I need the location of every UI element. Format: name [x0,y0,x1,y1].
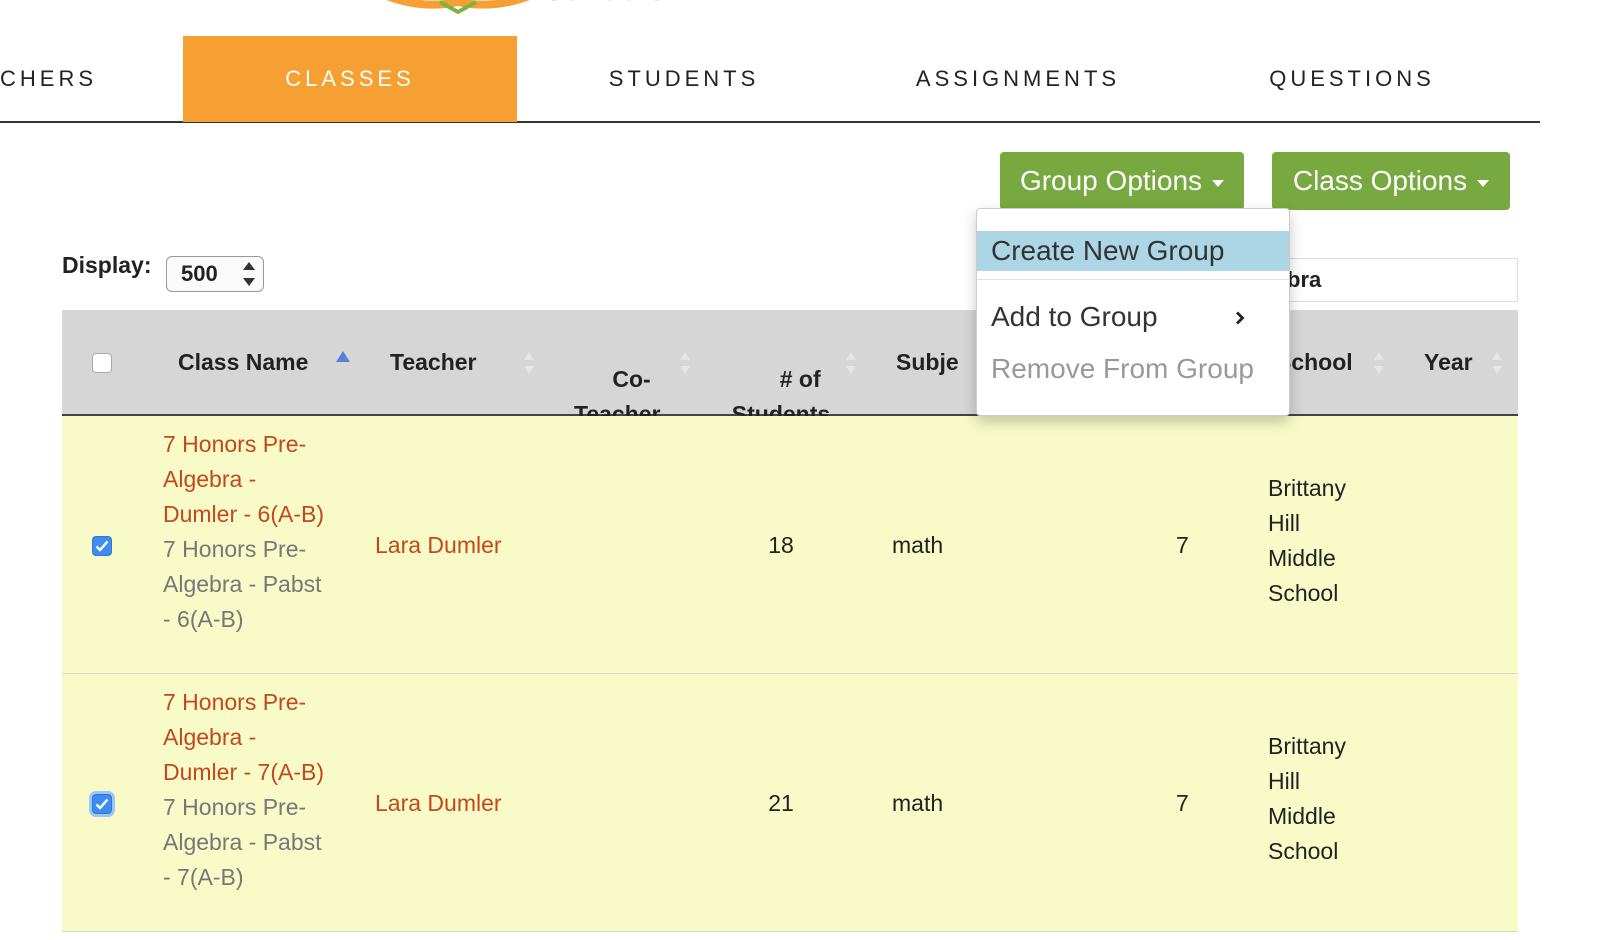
tab-questions[interactable]: QUESTIONS [1185,36,1519,122]
class-name-cell: 7 Honors Pre- Algebra - Dumler - 7(A-B) … [163,685,353,895]
sort-icon[interactable] [1374,352,1384,374]
table-row: 7 Honors Pre- Algebra - Dumler - 7(A-B) … [62,674,1518,932]
column-header-label: Class Name [178,349,309,375]
student-count: 18 [768,532,794,558]
class-alt-name: 7 Honors Pre- Algebra - Pabst - 6(A-B) [163,536,322,632]
display-select[interactable]: 500 [166,256,264,292]
sort-icon[interactable] [846,352,856,374]
chevron-right-icon [1236,311,1245,325]
class-options-label: Class Options [1292,165,1468,196]
sort-icon[interactable] [680,352,690,374]
class-name-link[interactable]: 7 Honors Pre- Algebra - Dumler - 7(A-B) [163,685,353,790]
sort-ascending-icon[interactable] [336,351,350,362]
menu-item-remove-from-group[interactable]: Remove From Group [977,349,1289,389]
subject-value: math [892,790,944,816]
school-value: Brittany Hill Middle School [1268,475,1346,606]
class-name-cell: 7 Honors Pre- Algebra - Dumler - 6(A-B) … [163,427,353,637]
subject-value: math [892,532,944,558]
menu-item-add-to-group[interactable]: Add to Group [977,297,1289,337]
select-arrows-icon [243,262,255,286]
teacher-link[interactable]: Lara Dumler [375,528,502,563]
search-input[interactable]: bra [1258,258,1518,302]
school-value: Brittany Hill Middle School [1268,733,1346,864]
checkmark-icon [95,540,109,552]
logo-text: schools [546,0,666,8]
grade-value: 7 [1176,532,1189,558]
row-checkbox[interactable] [92,536,112,556]
sort-icon[interactable] [524,352,534,374]
class-name-link[interactable]: 7 Honors Pre- Algebra - Dumler - 6(A-B) [163,427,353,532]
teacher-link[interactable]: Lara Dumler [375,786,502,821]
menu-item-label: Add to Group [991,301,1158,332]
grade-value: 7 [1176,790,1189,816]
column-header-year[interactable]: Year [1424,345,1473,380]
select-all-checkbox[interactable] [92,353,112,373]
student-count: 21 [768,790,794,816]
menu-divider [977,279,1289,280]
book-logo-icon [386,0,530,15]
table-row: 7 Honors Pre- Algebra - Dumler - 6(A-B) … [62,416,1518,674]
table-header: Class Name Teacher Co- Teacher # of Stud… [62,310,1518,427]
group-options-button[interactable]: Group Options [1000,152,1244,210]
tab-classes[interactable]: CLASSES [183,36,517,122]
column-header-subject[interactable]: Subje [896,345,959,380]
group-options-label: Group Options [1019,165,1203,196]
tab-teachers[interactable]: CHERS [0,36,112,122]
logo: schools [380,0,680,16]
search-input-value: bra [1287,267,1322,292]
display-label: Display: [62,252,152,278]
sort-icon[interactable] [1492,352,1502,374]
row-checkbox[interactable] [92,794,112,814]
class-alt-name: 7 Honors Pre- Algebra - Pabst - 7(A-B) [163,794,322,890]
checkmark-icon [95,798,109,810]
tab-assignments[interactable]: ASSIGNMENTS [851,36,1185,122]
column-header-label: Teacher [390,349,477,375]
tab-students[interactable]: STUDENTS [517,36,851,122]
caret-down-icon [1212,179,1225,187]
group-options-menu: Create New Group Add to Group Remove Fro… [976,208,1290,416]
classes-table: Class Name Teacher Co- Teacher # of Stud… [62,310,1518,932]
menu-item-create-new-group[interactable]: Create New Group [977,231,1289,271]
caret-down-icon [1477,179,1490,187]
main-nav: CHERS CLASSES STUDENTS ASSIGNMENTS QUEST… [0,36,1540,123]
column-header-class-name[interactable]: Class Name [178,345,308,380]
column-header-label: Subje [896,349,959,375]
column-header-label: Year [1424,349,1473,375]
column-header-teacher[interactable]: Teacher [390,345,477,380]
display-value: 500 [181,261,218,286]
class-options-button[interactable]: Class Options [1272,152,1510,210]
